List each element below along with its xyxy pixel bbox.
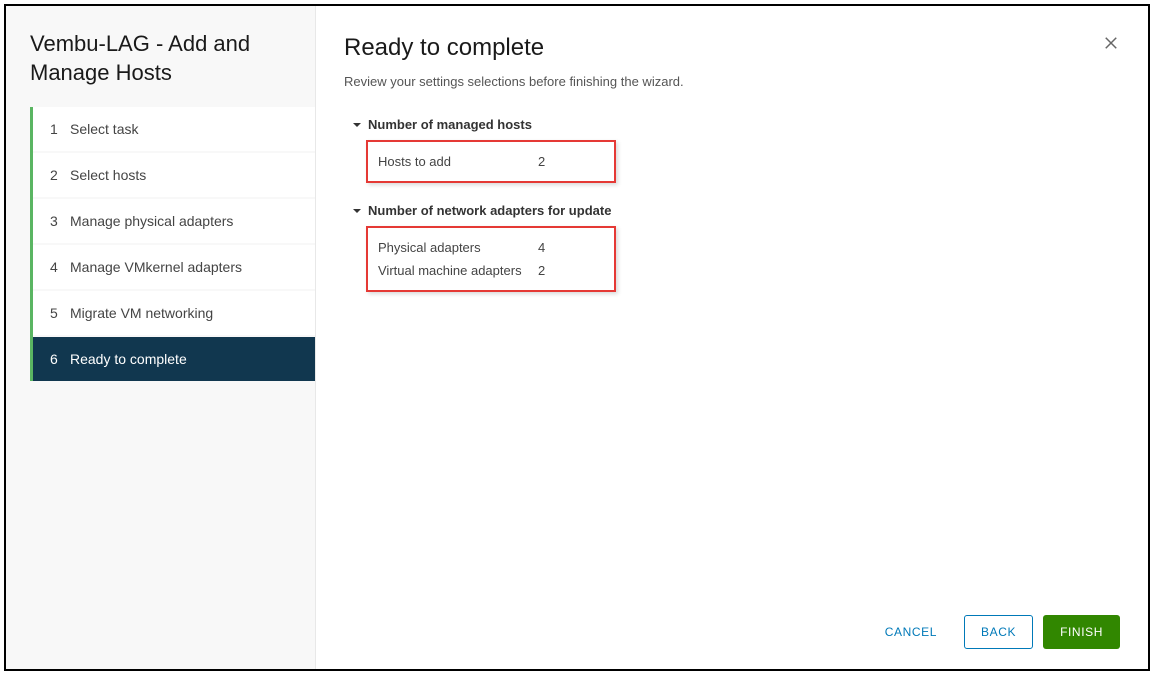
back-button[interactable]: BACK	[964, 615, 1033, 649]
close-button[interactable]	[1102, 34, 1120, 57]
summary-label: Physical adapters	[378, 240, 538, 255]
close-icon	[1102, 39, 1120, 56]
section-title: Number of managed hosts	[368, 117, 532, 132]
step-label: Ready to complete	[70, 351, 187, 367]
step-manage-physical-adapters[interactable]: 3 Manage physical adapters	[30, 199, 315, 243]
wizard-footer: CANCEL BACK FINISH	[344, 599, 1120, 649]
wizard-title: Vembu-LAG - Add and Manage Hosts	[6, 30, 315, 107]
step-label: Migrate VM networking	[70, 305, 213, 321]
chevron-down-icon	[352, 120, 362, 130]
summary-row: Physical adapters 4	[378, 236, 604, 259]
summary-label: Hosts to add	[378, 154, 538, 169]
step-select-task[interactable]: 1 Select task	[30, 107, 315, 151]
step-manage-vmkernel-adapters[interactable]: 4 Manage VMkernel adapters	[30, 245, 315, 289]
step-label: Manage physical adapters	[70, 213, 233, 229]
summary-value: 4	[538, 240, 545, 255]
summary-content: Number of managed hosts Hosts to add 2 N…	[344, 117, 1120, 599]
section-header[interactable]: Number of network adapters for update	[352, 203, 1120, 218]
step-number: 1	[50, 121, 70, 137]
summary-value: 2	[538, 154, 545, 169]
step-label: Select task	[70, 121, 138, 137]
section-network-adapters: Number of network adapters for update Ph…	[352, 203, 1120, 292]
section-header[interactable]: Number of managed hosts	[352, 117, 1120, 132]
summary-value: 2	[538, 263, 545, 278]
wizard-main: Ready to complete Review your settings s…	[316, 6, 1148, 669]
step-number: 6	[50, 351, 70, 367]
highlight-hosts: Hosts to add 2	[366, 140, 616, 183]
summary-row: Virtual machine adapters 2	[378, 259, 604, 282]
step-select-hosts[interactable]: 2 Select hosts	[30, 153, 315, 197]
section-title: Number of network adapters for update	[368, 203, 611, 218]
step-label: Select hosts	[70, 167, 146, 183]
wizard-steps: 1 Select task 2 Select hosts 3 Manage ph…	[30, 107, 315, 381]
page-subtitle: Review your settings selections before f…	[344, 74, 1120, 89]
section-managed-hosts: Number of managed hosts Hosts to add 2	[352, 117, 1120, 183]
highlight-adapters: Physical adapters 4 Virtual machine adap…	[366, 226, 616, 292]
chevron-down-icon	[352, 206, 362, 216]
summary-label: Virtual machine adapters	[378, 263, 538, 278]
cancel-button[interactable]: CANCEL	[868, 615, 954, 649]
summary-row: Hosts to add 2	[378, 150, 604, 173]
page-title: Ready to complete	[344, 34, 1120, 62]
finish-button[interactable]: FINISH	[1043, 615, 1120, 649]
wizard-sidebar: Vembu-LAG - Add and Manage Hosts 1 Selec…	[6, 6, 316, 669]
step-number: 4	[50, 259, 70, 275]
step-number: 5	[50, 305, 70, 321]
step-migrate-vm-networking[interactable]: 5 Migrate VM networking	[30, 291, 315, 335]
step-label: Manage VMkernel adapters	[70, 259, 242, 275]
step-number: 3	[50, 213, 70, 229]
step-number: 2	[50, 167, 70, 183]
step-ready-to-complete[interactable]: 6 Ready to complete	[30, 337, 315, 381]
wizard-dialog: Vembu-LAG - Add and Manage Hosts 1 Selec…	[4, 4, 1150, 671]
